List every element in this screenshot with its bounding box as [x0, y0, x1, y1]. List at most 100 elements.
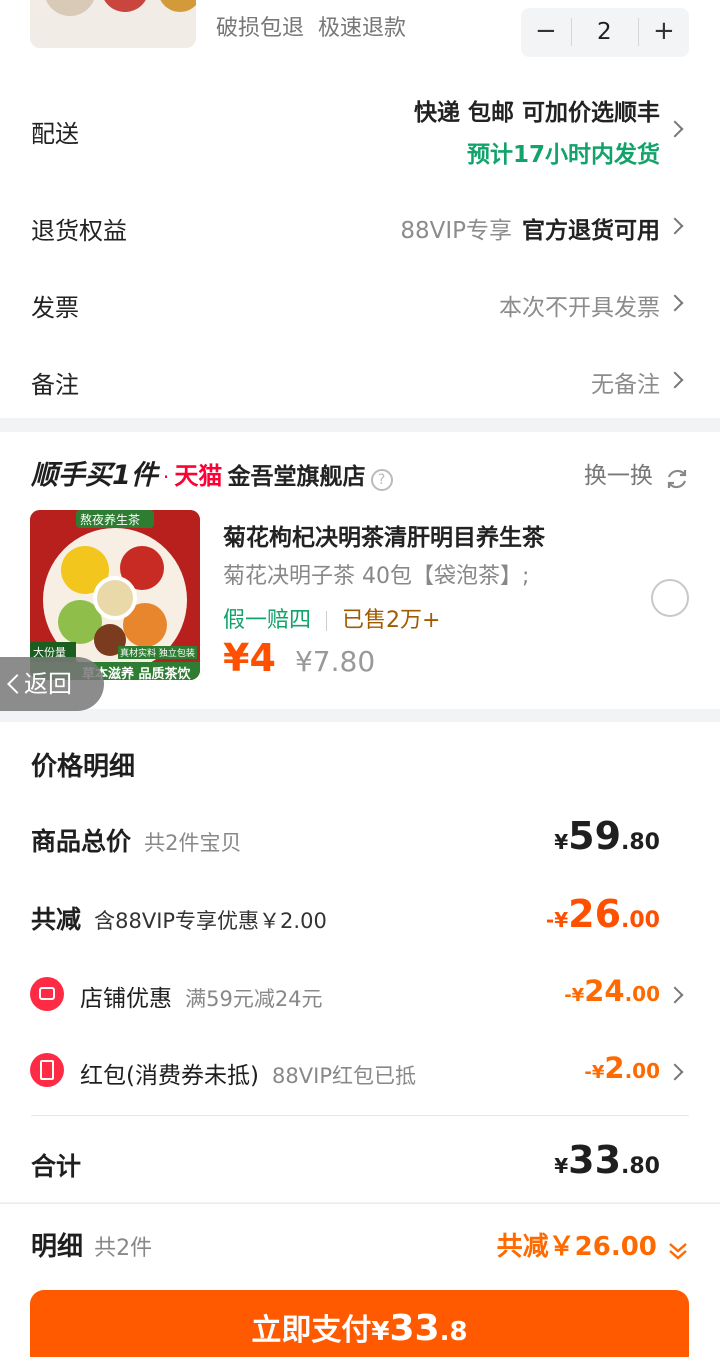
addon-header: 顺手买1件 · 天猫 金吾堂旗舰店 ? [31, 453, 393, 493]
sum-amount: ¥33.80 [554, 1138, 660, 1182]
goods-total-label: 商品总价 共2件宝贝 [31, 822, 241, 858]
addon-product-image[interactable]: 熬夜养生茶 大份量 真材实料 独立包装 草本滋养 品质茶饮 [30, 510, 200, 680]
image-banner-top: 熬夜养生茶 [80, 513, 141, 527]
discount-amount: -¥26.00 [546, 892, 660, 936]
switch-label: 换一换 [583, 463, 653, 489]
pay-now-button[interactable]: 立即支付¥33.8 [30, 1290, 689, 1357]
discount-note: 含88VIP专享优惠￥2.00 [94, 909, 327, 933]
currency-symbol: -¥ [584, 1062, 605, 1083]
price-detail-card: 价格明细 商品总价 共2件宝贝 ¥59.80 共减 含88VIP专享优惠￥2.0… [0, 722, 720, 1202]
delivery-label: 配送 [31, 120, 79, 148]
footer-detail[interactable]: 明细 共2件 [31, 1226, 152, 1263]
stepper-divider [638, 18, 639, 46]
minus-button[interactable]: − [535, 16, 557, 46]
shop-discount-title: 店铺优惠 [80, 986, 172, 1012]
redpacket-amount: -¥2.00 [584, 1051, 660, 1085]
sum-label: 合计 [31, 1152, 82, 1181]
guarantee-badge: 假一赔四 [223, 608, 312, 633]
delivery-method: 快递 包邮 可加价选顺丰 [413, 100, 660, 126]
returns-value: 88VIP专享 官方退货可用 [400, 211, 660, 245]
chevron-right-icon [666, 217, 684, 235]
badge-divider [326, 611, 328, 631]
amount-integer: 33 [568, 1138, 622, 1182]
redpacket-label: 红包(消费券未抵) 88VIP红包已抵 [80, 1056, 416, 1090]
shop-discount-label: 店铺优惠 满59元减24元 [80, 979, 323, 1013]
addon-price-row: ¥4 ¥7.80 [223, 636, 375, 680]
amount-integer: 59 [568, 814, 622, 858]
returns-label: 退货权益 [31, 217, 127, 245]
addon-select-radio[interactable] [651, 579, 689, 617]
addon-product-title[interactable]: 菊花枸杞决明茶清肝明目养生茶 [223, 518, 545, 552]
footer-detail-count: 共2件 [94, 1236, 153, 1261]
help-icon[interactable]: ? [370, 468, 393, 491]
invoice-label: 发票 [31, 294, 79, 322]
pay-label: 立即支付 [251, 1313, 372, 1348]
sold-count: 已售2万+ [342, 608, 441, 633]
amount-integer: 24 [584, 974, 625, 1008]
quantity-stepper[interactable]: − 2 + [521, 8, 689, 57]
image-feature-tag: 真材实料 独立包装 [118, 646, 197, 659]
divider [31, 1115, 689, 1116]
pay-currency: ¥ [371, 1317, 390, 1347]
chevron-right-icon [666, 986, 684, 1004]
back-button[interactable]: 返回 [0, 657, 104, 711]
discount-label: 共减 含88VIP专享优惠￥2.00 [31, 900, 327, 936]
goods-total-title: 商品总价 [31, 827, 132, 856]
goods-total-amount: ¥59.80 [554, 814, 660, 858]
chevron-right-icon [666, 294, 684, 312]
red-packet-icon [30, 1053, 64, 1087]
order-options-card: 破损包退 极速退款 − 2 + 配送 快递 包邮 可加价选顺丰 预计17小时内发… [0, 0, 720, 418]
chevron-right-icon [666, 1063, 684, 1081]
currency-symbol: -¥ [564, 985, 585, 1006]
amount-decimal: .80 [621, 1154, 660, 1179]
refresh-icon [667, 469, 687, 488]
discount-title: 共减 [31, 905, 82, 934]
redpacket-title: 红包(消费券未抵) [80, 1063, 259, 1089]
footer-saved-amount: 共减￥26.00 [496, 1232, 657, 1262]
product-thumbnail [30, 0, 196, 48]
returns-policy: 官方退货可用 [522, 218, 660, 244]
pay-integer: 33 [389, 1308, 440, 1349]
price-detail-title: 价格明细 [31, 752, 136, 782]
addon-card: 顺手买1件 · 天猫 金吾堂旗舰店 ? 换一换 熬夜养生茶 大份量 真材实料 独… [0, 432, 720, 709]
addon-original-price: ¥7.80 [294, 645, 376, 678]
switch-button[interactable]: 换一换 [584, 456, 690, 492]
chevron-right-icon [666, 120, 684, 138]
shop-icon [30, 977, 64, 1011]
goods-total-note: 共2件宝贝 [144, 831, 242, 855]
currency-symbol: ¥ [554, 830, 569, 854]
amount-integer: 2 [604, 1051, 625, 1085]
amount-decimal: .80 [621, 830, 660, 855]
addon-product-sku: 菊花决明子茶 40包【袋泡茶】; [223, 564, 530, 589]
shop-discount-note: 满59元减24元 [185, 987, 323, 1011]
service-tags: 破损包退 极速退款 [216, 16, 406, 41]
invoice-value: 本次不开具发票 [499, 295, 660, 321]
stepper-divider [571, 18, 572, 46]
amount-decimal: .00 [624, 1059, 660, 1083]
currency-symbol: ¥ [554, 1154, 569, 1178]
addon-badges: 假一赔四 已售2万+ [223, 602, 440, 634]
amount-decimal: .00 [621, 908, 660, 933]
note-value: 无备注 [591, 372, 660, 398]
plus-button[interactable]: + [653, 16, 675, 46]
currency-symbol: -¥ [545, 908, 569, 932]
vip-tag: 88VIP专享 [400, 218, 512, 244]
footer-saved[interactable]: 共减￥26.00 [497, 1226, 690, 1263]
double-chevron-down-icon [669, 1242, 687, 1260]
addon-price: ¥4 [223, 636, 276, 680]
shop-discount-amount: -¥24.00 [564, 974, 660, 1008]
tmall-logo: 天猫 [174, 462, 223, 490]
redpacket-note: 88VIP红包已抵 [272, 1064, 416, 1088]
note-label: 备注 [31, 371, 79, 399]
quantity-value[interactable]: 2 [597, 19, 612, 45]
footer-detail-label: 明细 [31, 1232, 84, 1262]
amount-integer: 26 [568, 892, 622, 936]
amount-decimal: .00 [624, 982, 660, 1006]
delivery-eta: 预计17小时内发货 [466, 142, 660, 168]
pay-decimal: .8 [439, 1317, 468, 1347]
addon-title: 顺手买1件 [31, 460, 158, 491]
chevron-right-icon [666, 371, 684, 389]
checkout-footer: 明细 共2件 共减￥26.00 立即支付¥33.8 [0, 1203, 720, 1357]
store-name: 金吾堂旗舰店 [227, 464, 366, 490]
dot-separator: · [162, 465, 170, 489]
